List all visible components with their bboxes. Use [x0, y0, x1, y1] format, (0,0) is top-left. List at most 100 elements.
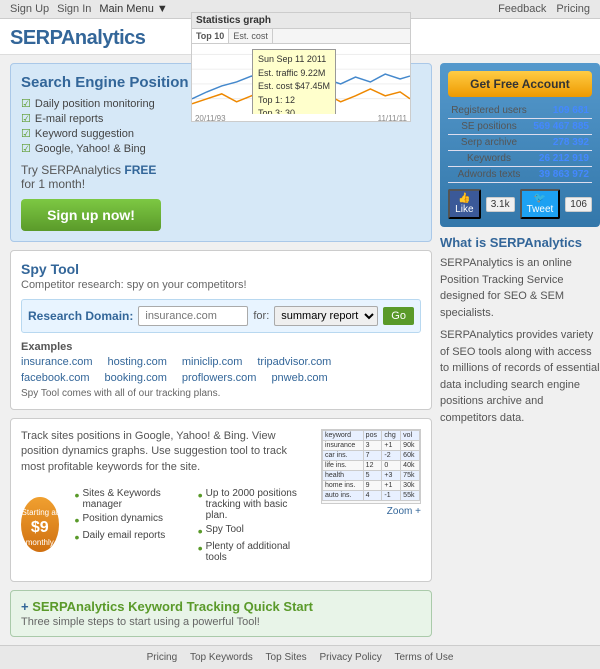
example-link[interactable]: facebook.com	[21, 372, 89, 384]
quick-start-title: + SERPAnalytics Keyword Tracking Quick S…	[21, 599, 421, 614]
check-icon: ☑	[21, 142, 31, 155]
logo: SERPAnalytics	[10, 27, 145, 49]
stat-label: Adwords texts	[448, 167, 530, 183]
bullet-icon: •	[198, 524, 203, 538]
feature-item: ☑ Keyword suggestion	[21, 127, 171, 140]
check-icon: ☑	[21, 112, 31, 125]
feature-item: • Sites & Keywords manager	[75, 488, 188, 510]
research-domain-input[interactable]	[138, 306, 248, 326]
tweet-button[interactable]: 🐦 Tweet	[520, 189, 561, 219]
price-badge: Starting at $9 monthly	[21, 497, 59, 552]
stat-value: 278 392	[530, 135, 592, 151]
features-col1: • Sites & Keywords manager • Position dy…	[75, 488, 188, 566]
feedback-link[interactable]: Feedback	[498, 3, 546, 15]
bullet-icon: •	[75, 513, 80, 527]
signup-button[interactable]: Sign up now!	[21, 199, 161, 231]
hero-left: ☑ Daily position monitoring ☑ E-mail rep…	[21, 97, 171, 231]
quick-start-title-text: SERPAnalytics Keyword Tracking Quick Sta…	[32, 599, 313, 614]
left-column: Search Engine Position Tracking Service …	[10, 63, 432, 637]
stat-label: SE positions	[448, 119, 530, 135]
tooltip-date: Sun Sep 11 2011	[258, 53, 330, 67]
spy-tool-note: Spy Tool comes with all of our tracking …	[21, 388, 421, 399]
what-is-paragraph2: SERPAnalytics provides variety of SEO to…	[440, 327, 600, 426]
example-link[interactable]: tripadvisor.com	[257, 356, 331, 368]
feature-item: • Plenty of additional tools	[198, 541, 311, 563]
example-link[interactable]: pnweb.com	[271, 372, 327, 384]
what-is-title: What is SERPAnalytics	[440, 235, 600, 250]
research-row: Research Domain: for: summary report det…	[21, 299, 421, 333]
main-content: Search Engine Position Tracking Service …	[0, 55, 600, 645]
x-axis-label: 11/11/11	[378, 114, 407, 123]
bullet-icon: •	[198, 541, 203, 555]
tweet-count: 106	[565, 197, 592, 212]
bullet-icon: •	[75, 488, 80, 502]
stat-value: 569 467 885	[530, 119, 592, 135]
footer-pricing-link[interactable]: Pricing	[147, 652, 178, 663]
signin-link[interactable]: Sign In	[57, 3, 91, 15]
graph-tab-estcost[interactable]: Est. cost	[229, 29, 273, 43]
stats-table: Registered users 109 681 SE positions 56…	[448, 103, 592, 183]
spy-tool-desc: Competitor research: spy on your competi…	[21, 279, 421, 291]
signup-link[interactable]: Sign Up	[10, 3, 49, 15]
stat-row: Registered users 109 681	[448, 103, 592, 119]
features-box: Track sites positions in Google, Yahoo! …	[10, 418, 432, 582]
graph-tab-top10[interactable]: Top 10	[192, 29, 229, 43]
example-link[interactable]: miniclip.com	[182, 356, 243, 368]
feature-item: • Position dynamics	[75, 513, 188, 527]
spy-tool-box: Spy Tool Competitor research: spy on you…	[10, 250, 432, 410]
quick-start-box: + SERPAnalytics Keyword Tracking Quick S…	[10, 590, 432, 637]
hero-box: Search Engine Position Tracking Service …	[10, 63, 432, 242]
stat-label: Registered users	[448, 103, 530, 119]
quick-start-description: Three simple steps to start using a powe…	[21, 616, 421, 628]
tooltip-cost: Est. cost $47.45M	[258, 80, 330, 94]
stat-label: Keywords	[448, 151, 530, 167]
footer-terms-link[interactable]: Terms of Use	[395, 652, 454, 663]
stat-row: Adwords texts 39 863 972	[448, 167, 592, 183]
mini-data-table: keywordposchgvol insurance3+190k car ins…	[322, 430, 420, 501]
go-button[interactable]: Go	[383, 307, 414, 325]
stats-graph: Statistics graph Top 10 Est. cost	[191, 12, 411, 122]
stat-row: Serp archive 278 392	[448, 135, 592, 151]
footer: Pricing Top Keywords Top Sites Privacy P…	[0, 645, 600, 669]
main-menu-button[interactable]: Main Menu ▼	[99, 3, 167, 15]
tooltip-traffic: Est. traffic 9.22M	[258, 67, 330, 81]
stats-graph-title: Statistics graph	[192, 13, 410, 29]
features-right: keywordposchgvol insurance3+190k car ins…	[321, 429, 421, 571]
free-month-text: Try SERPAnalytics FREE for 1 month!	[21, 163, 171, 191]
top-nav-right: Feedback Pricing	[498, 3, 590, 15]
price-row: Starting at $9 monthly • Sites & Keyword…	[21, 483, 311, 566]
what-is-box: What is SERPAnalytics SERPAnalytics is a…	[440, 235, 600, 426]
tooltip-top1: Top 1: 12	[258, 94, 330, 108]
report-type-select[interactable]: summary report detailed report keyword r…	[274, 306, 378, 326]
x-axis-label: 20/11/93	[195, 114, 226, 123]
footer-top-sites-link[interactable]: Top Sites	[266, 652, 307, 663]
stat-value: 26 212 919	[530, 151, 592, 167]
get-free-account-box: Get Free Account Registered users 109 68…	[440, 63, 600, 227]
stat-row: Keywords 26 212 919	[448, 151, 592, 167]
feature-item: ☑ E-mail reports	[21, 112, 171, 125]
check-icon: ☑	[21, 97, 31, 110]
fb-count: 3.1k	[486, 197, 515, 212]
feature-item: • Spy Tool	[198, 524, 311, 538]
spy-tool-title: Spy Tool	[21, 261, 421, 277]
example-link[interactable]: proflowers.com	[182, 372, 257, 384]
hero-inner: ☑ Daily position monitoring ☑ E-mail rep…	[21, 97, 421, 231]
footer-top-keywords-link[interactable]: Top Keywords	[190, 652, 253, 663]
price-starting: Starting at	[22, 508, 58, 517]
price-period: monthly	[26, 538, 54, 547]
example-link[interactable]: hosting.com	[108, 356, 167, 368]
examples-links: insurance.com hosting.com miniclip.com t…	[21, 356, 421, 368]
feature-item: ☑ Daily position monitoring	[21, 97, 171, 110]
for-label: for:	[253, 310, 269, 322]
footer-privacy-link[interactable]: Privacy Policy	[319, 652, 381, 663]
facebook-like-button[interactable]: 👍 Like	[448, 189, 481, 219]
get-free-account-button[interactable]: Get Free Account	[448, 71, 592, 97]
zoom-link[interactable]: Zoom +	[321, 506, 421, 517]
example-link[interactable]: insurance.com	[21, 356, 93, 368]
example-link[interactable]: booking.com	[104, 372, 166, 384]
tooltip-top3: Top 3: 30	[258, 107, 330, 114]
social-row: 👍 Like 3.1k 🐦 Tweet 106	[448, 189, 592, 219]
pricing-link[interactable]: Pricing	[556, 3, 590, 15]
features-left: Track sites positions in Google, Yahoo! …	[21, 429, 311, 571]
feature-item: • Daily email reports	[75, 530, 188, 544]
